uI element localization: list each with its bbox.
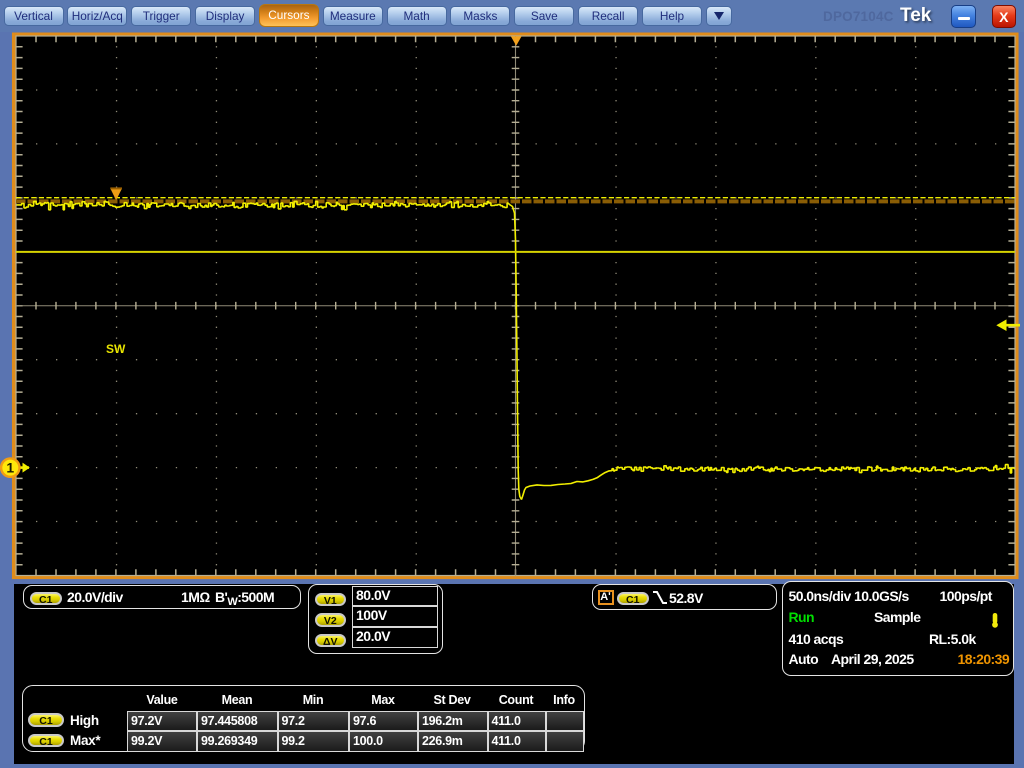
svg-text:SW: SW [106, 342, 126, 356]
svg-text:1: 1 [6, 460, 14, 476]
